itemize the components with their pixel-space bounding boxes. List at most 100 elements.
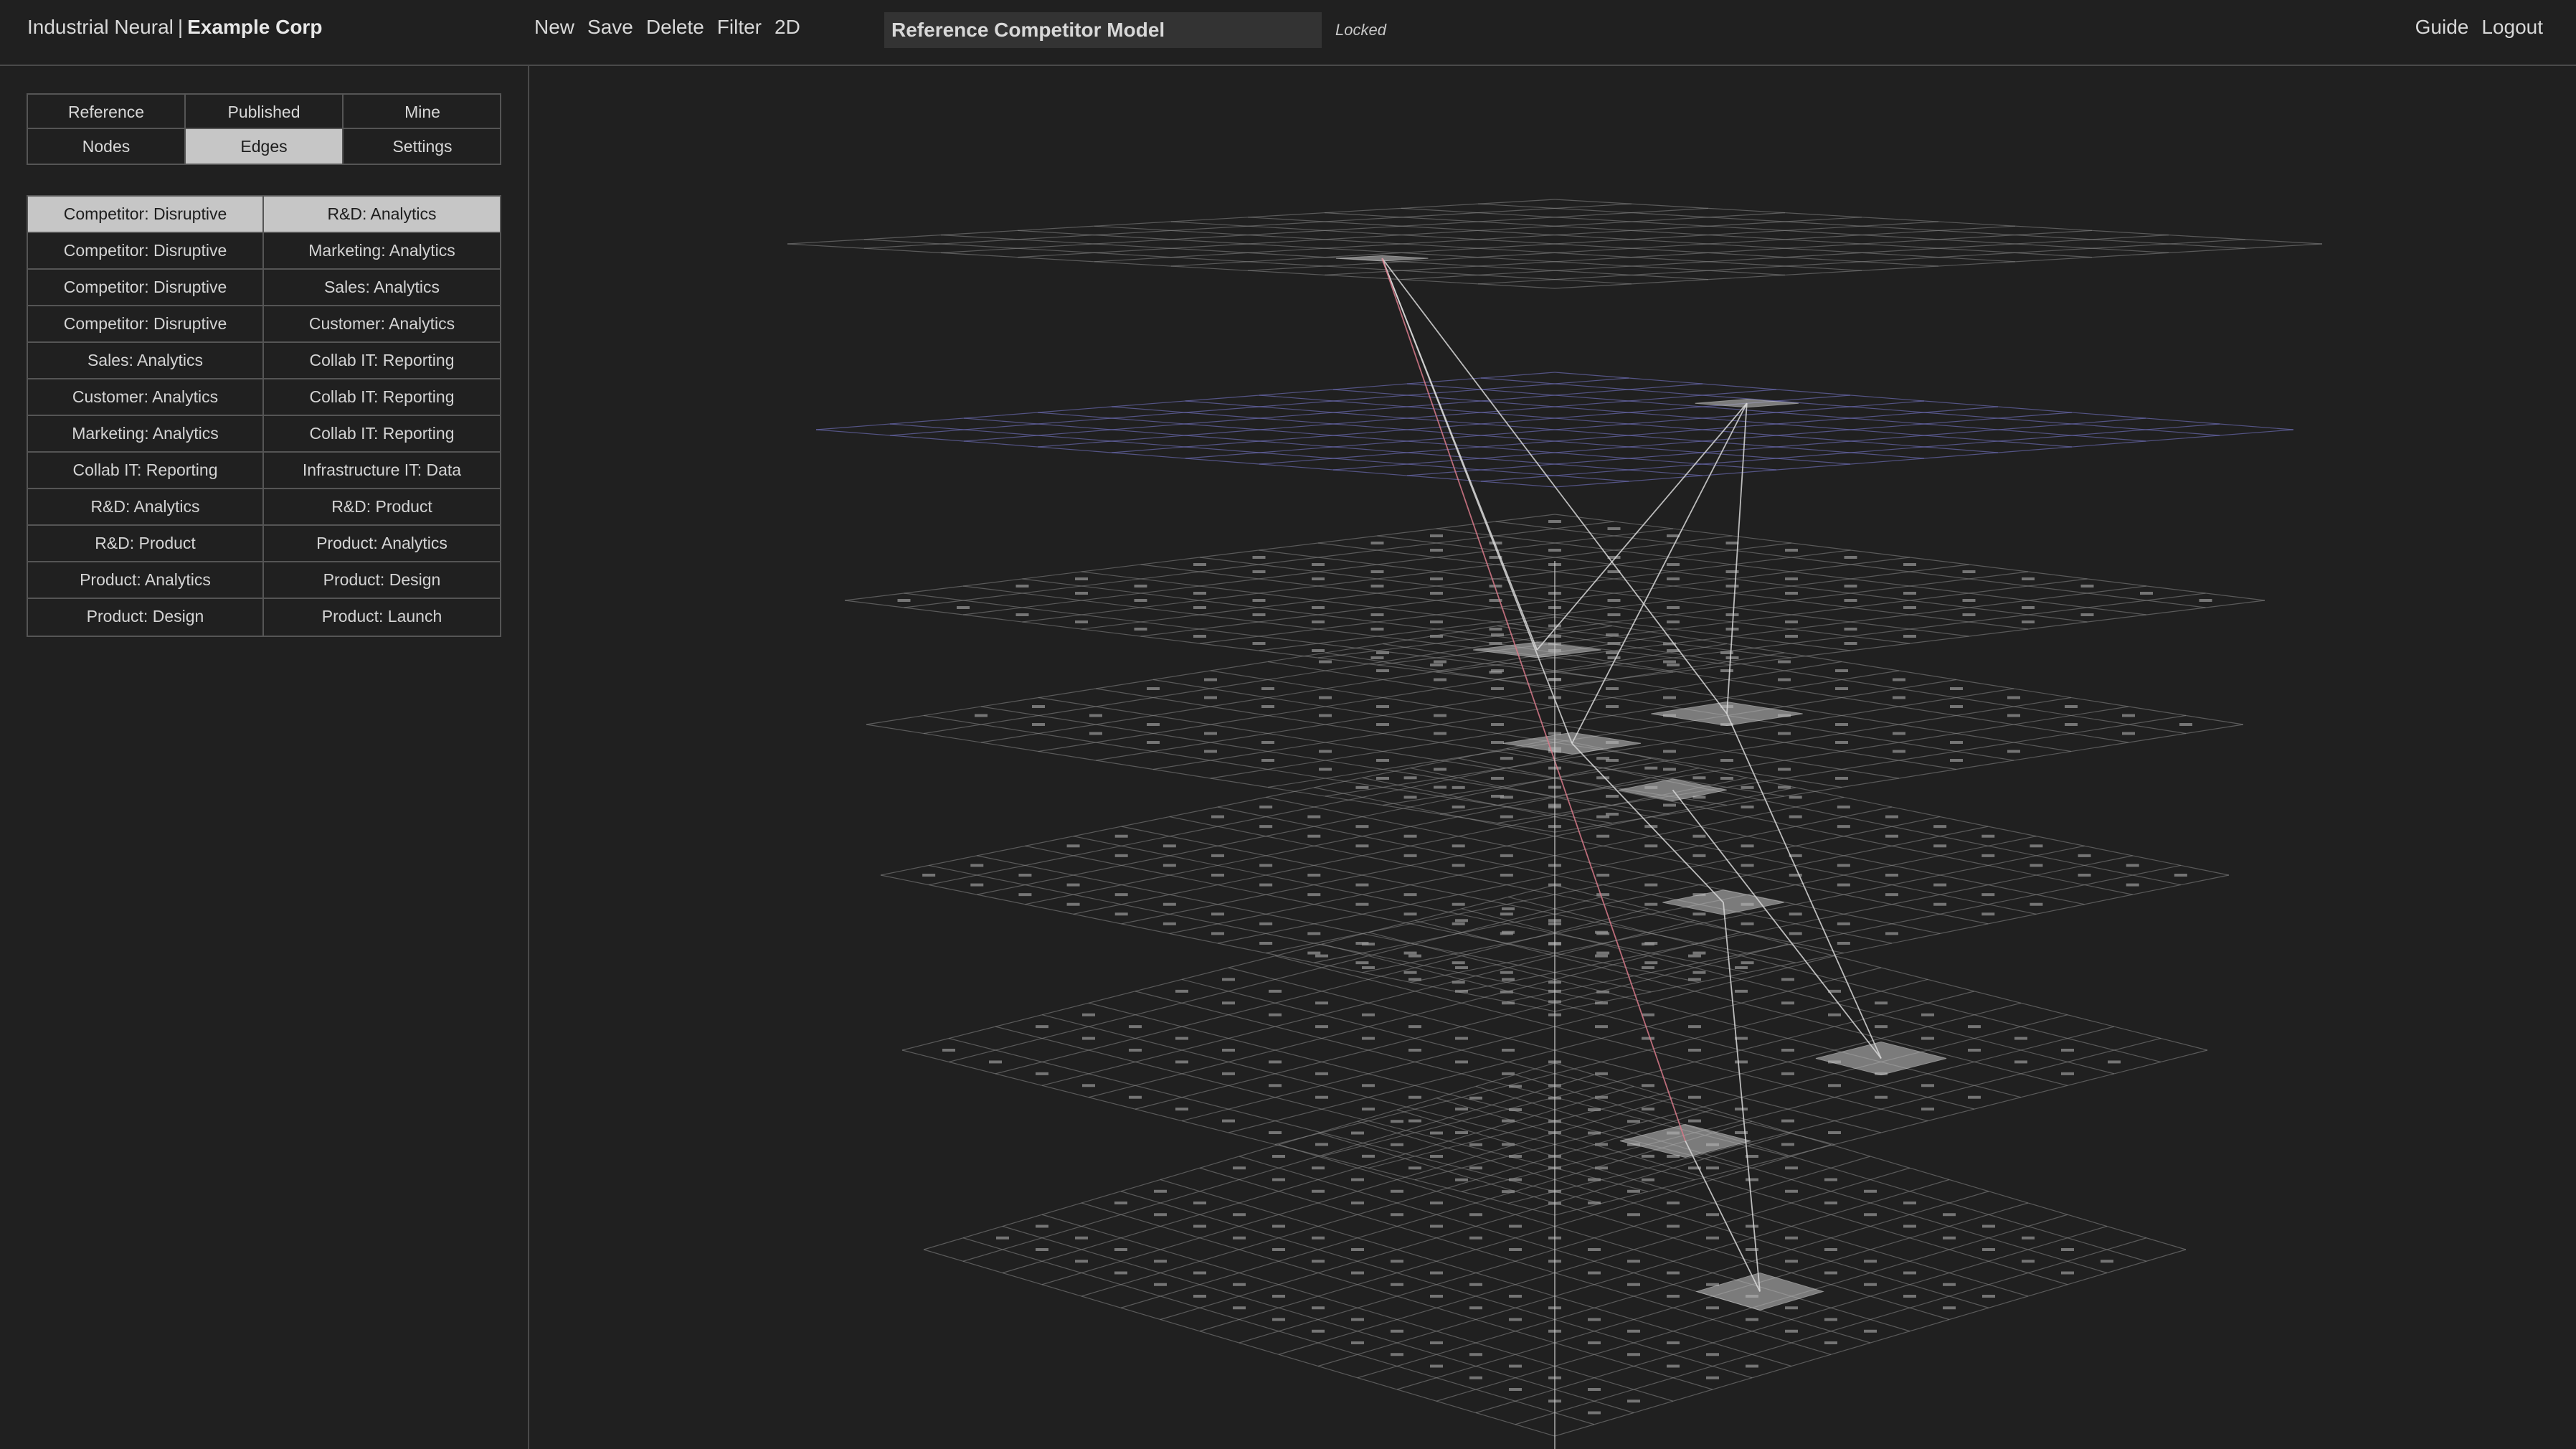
- cell-marker: [1596, 893, 1610, 897]
- model-3d-viewport[interactable]: [529, 66, 2576, 1449]
- cell-marker: [1667, 577, 1680, 580]
- cell-marker: [1362, 966, 1375, 969]
- tab-mine[interactable]: Mine: [344, 95, 501, 129]
- edge-source: Product: Analytics: [28, 562, 264, 598]
- cell-marker: [1233, 1283, 1246, 1286]
- edge-row[interactable]: Product: Design Product: Launch: [28, 599, 500, 636]
- cell-marker: [1075, 592, 1088, 595]
- cell-marker: [1921, 1084, 1934, 1087]
- cell-marker: [1114, 912, 1128, 916]
- cell-marker: [1222, 1119, 1235, 1123]
- edge-row[interactable]: R&D: Product Product: Analytics: [28, 526, 500, 562]
- cell-marker: [1607, 656, 1621, 659]
- cell-marker: [1075, 1260, 1088, 1263]
- tab-published[interactable]: Published: [186, 95, 344, 129]
- edge-row[interactable]: Competitor: Disruptive Marketing: Analyti…: [28, 233, 500, 270]
- cell-marker: [1261, 705, 1274, 708]
- tab-nodes[interactable]: Nodes: [28, 129, 186, 164]
- cell-marker: [1606, 795, 1619, 798]
- model-title-input[interactable]: [884, 12, 1322, 48]
- logout-link[interactable]: Logout: [2481, 16, 2543, 39]
- edge-row[interactable]: Sales: Analytics Collab IT: Reporting: [28, 343, 500, 379]
- layer-graph-canvas[interactable]: [529, 66, 2576, 1449]
- filter-button[interactable]: Filter: [717, 16, 762, 39]
- edge-row[interactable]: Product: Analytics Product: Design: [28, 562, 500, 599]
- cell-marker: [1688, 1095, 1701, 1099]
- cell-marker: [1469, 1236, 1482, 1240]
- cell-marker: [1741, 844, 1754, 848]
- cell-marker: [1408, 1119, 1421, 1123]
- tab-reference[interactable]: Reference: [28, 95, 186, 129]
- cell-marker: [1663, 696, 1676, 699]
- cell-marker: [1844, 556, 1857, 559]
- edge-source: Sales: Analytics: [28, 343, 264, 378]
- cell-marker: [1272, 1318, 1285, 1321]
- cell-marker: [1491, 633, 1504, 636]
- cell-marker: [1781, 1001, 1794, 1005]
- edge-source: Marketing: Analytics: [28, 416, 264, 451]
- cell-marker: [1741, 864, 1754, 867]
- cell-marker: [1222, 1001, 1235, 1005]
- edge-row[interactable]: Marketing: Analytics Collab IT: Reporting: [28, 416, 500, 453]
- cell-marker: [1588, 1108, 1601, 1111]
- cell-marker: [1943, 1236, 1956, 1240]
- cell-marker: [1824, 1318, 1837, 1321]
- cell-marker: [1222, 1072, 1235, 1075]
- cell-marker: [1644, 766, 1658, 770]
- new-button[interactable]: New: [534, 16, 574, 39]
- sidebar-tabs: Reference Published Mine Nodes Edges Settings: [27, 93, 501, 165]
- cell-marker: [2030, 864, 2043, 867]
- cell-marker: [1875, 1095, 1888, 1099]
- cell-marker: [1319, 750, 1332, 753]
- cell-marker: [1588, 1178, 1601, 1181]
- edge-row[interactable]: Competitor: Disruptive Sales: Analytics: [28, 270, 500, 306]
- cell-marker: [1261, 759, 1274, 762]
- edge-row[interactable]: Competitor: Disruptive R&D: Analytics: [28, 197, 500, 233]
- cell-marker: [1667, 1341, 1680, 1344]
- cell-marker: [1307, 893, 1321, 897]
- cell-marker: [1627, 1353, 1640, 1356]
- cell-marker: [1606, 633, 1619, 636]
- save-button[interactable]: Save: [587, 16, 633, 39]
- cell-marker: [1835, 777, 1848, 780]
- cell-marker: [1147, 687, 1160, 690]
- cell-marker: [1082, 1084, 1095, 1087]
- cell-marker: [1785, 1166, 1798, 1170]
- cell-marker: [1903, 563, 1916, 566]
- edge-row[interactable]: Competitor: Disruptive Customer: Analytic…: [28, 306, 500, 343]
- cell-marker: [1272, 1295, 1285, 1298]
- cell-marker: [1114, 1202, 1127, 1204]
- cell-marker: [1252, 570, 1266, 573]
- cell-marker: [1312, 1166, 1325, 1170]
- cell-marker: [1362, 1037, 1375, 1040]
- edge-row[interactable]: R&D: Analytics R&D: Product: [28, 489, 500, 526]
- cell-marker: [2007, 714, 2020, 717]
- cell-marker: [1430, 1364, 1443, 1368]
- cell-marker: [1778, 768, 1791, 771]
- cell-marker: [1962, 599, 1976, 602]
- cell-marker: [1642, 1084, 1654, 1087]
- cell-marker: [1312, 577, 1325, 580]
- edge-row[interactable]: Customer: Analytics Collab IT: Reporting: [28, 379, 500, 416]
- delete-button[interactable]: Delete: [646, 16, 704, 39]
- tab-settings[interactable]: Settings: [344, 129, 501, 164]
- toggle-2d-button[interactable]: 2D: [775, 16, 800, 39]
- edge-target: Infrastructure IT: Data: [302, 461, 462, 479]
- cell-marker: [1692, 854, 1706, 857]
- guide-link[interactable]: Guide: [2415, 16, 2469, 39]
- cell-marker: [1824, 1271, 1837, 1275]
- edge-row[interactable]: Collab IT: Reporting Infrastructure IT: D…: [28, 453, 500, 489]
- cell-marker: [1351, 1271, 1364, 1275]
- cell-marker: [1667, 1202, 1680, 1204]
- edge-source: R&D: Product: [28, 526, 264, 561]
- cell-marker: [1835, 723, 1848, 726]
- cell-marker: [1036, 1248, 1048, 1251]
- cell-marker: [1391, 1120, 1403, 1123]
- cell-marker: [1036, 1072, 1048, 1075]
- cell-marker: [1391, 1189, 1403, 1193]
- cell-marker: [2126, 883, 2139, 887]
- tab-edges[interactable]: Edges: [186, 129, 344, 164]
- cell-marker: [1403, 951, 1417, 955]
- cell-marker: [1430, 1155, 1443, 1158]
- cell-marker: [2065, 705, 2078, 708]
